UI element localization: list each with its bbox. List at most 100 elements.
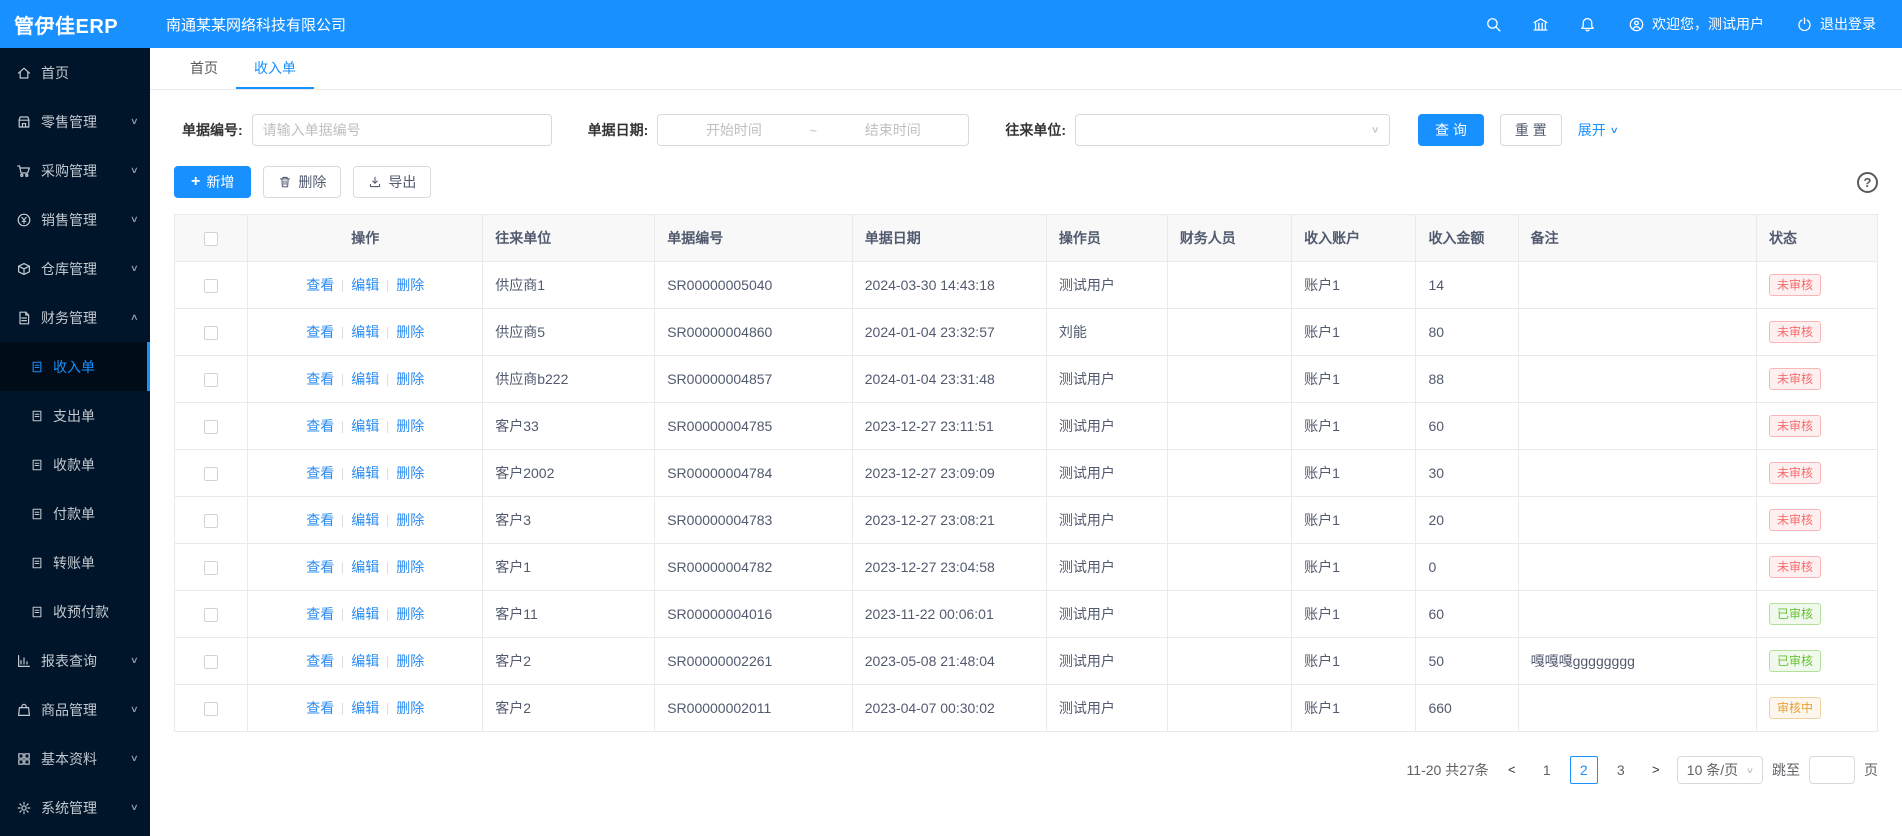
edit-link[interactable]: 编辑 (351, 606, 379, 622)
cell-partner: 客户2 (483, 685, 655, 732)
row-checkbox[interactable] (204, 702, 218, 716)
page-button-1[interactable]: 1 (1533, 756, 1561, 784)
delete-link[interactable]: 删除 (396, 418, 424, 434)
tab-home[interactable]: 首页 (172, 48, 236, 89)
delete-link[interactable]: 删除 (396, 465, 424, 481)
cell-date: 2023-04-07 00:30:02 (852, 685, 1046, 732)
view-link[interactable]: 查看 (306, 700, 334, 716)
expand-link[interactable]: 展开 ∨ (1578, 120, 1618, 140)
sidebar-item-basic[interactable]: 基本资料∨ (0, 734, 150, 783)
edit-link[interactable]: 编辑 (351, 324, 379, 340)
logout-button[interactable]: 退出登录 (1796, 14, 1876, 34)
sidebar-item-report[interactable]: 报表查询∨ (0, 636, 150, 685)
delete-link[interactable]: 删除 (396, 606, 424, 622)
sidebar-item-goods[interactable]: 商品管理∨ (0, 685, 150, 734)
row-checkbox[interactable] (204, 514, 218, 528)
date-range-picker[interactable]: ~ (657, 114, 969, 146)
delete-link[interactable]: 删除 (396, 700, 424, 716)
edit-link[interactable]: 编辑 (351, 465, 379, 481)
search-icon[interactable] (1485, 16, 1502, 33)
delete-link[interactable]: 删除 (396, 512, 424, 528)
row-checkbox[interactable] (204, 655, 218, 669)
row-checkbox[interactable] (204, 373, 218, 387)
edit-link[interactable]: 编辑 (351, 559, 379, 575)
search-button[interactable]: 查 询 (1418, 114, 1484, 146)
view-link[interactable]: 查看 (306, 653, 334, 669)
row-checkbox[interactable] (204, 467, 218, 481)
row-checkbox[interactable] (204, 326, 218, 340)
view-link[interactable]: 查看 (306, 606, 334, 622)
view-link[interactable]: 查看 (306, 465, 334, 481)
page-button-2[interactable]: 2 (1570, 756, 1598, 784)
bill-no-input[interactable] (252, 114, 552, 146)
column-header: 收入账户 (1292, 215, 1416, 262)
edit-link[interactable]: 编辑 (351, 418, 379, 434)
prev-page-button[interactable]: < (1500, 756, 1524, 784)
export-button[interactable]: 导出 (353, 166, 431, 198)
delete-button[interactable]: 删除 (263, 166, 341, 198)
delete-link[interactable]: 删除 (396, 559, 424, 575)
edit-link[interactable]: 编辑 (351, 700, 379, 716)
link-divider (342, 656, 343, 668)
cell-date: 2023-12-27 23:04:58 (852, 544, 1046, 591)
user-welcome[interactable]: 欢迎您，测试用户 (1628, 14, 1764, 34)
pagination-total: 11-20 共27条 (1407, 760, 1489, 780)
view-link[interactable]: 查看 (306, 418, 334, 434)
report-icon (16, 653, 32, 669)
view-link[interactable]: 查看 (306, 277, 334, 293)
delete-link[interactable]: 删除 (396, 277, 424, 293)
page-button-3[interactable]: 3 (1607, 756, 1635, 784)
sidebar-subitem-receipt-bill[interactable]: 收款单 (0, 440, 150, 489)
select-all-checkbox[interactable] (204, 232, 218, 246)
bell-icon[interactable] (1579, 16, 1596, 33)
add-button[interactable]: + 新增 (174, 166, 251, 198)
page-size-select[interactable]: 10 条/页 ∨ (1677, 756, 1763, 784)
column-header: 财务人员 (1167, 215, 1291, 262)
sidebar-subitem-advance-receipt[interactable]: 收预付款 (0, 587, 150, 636)
delete-link[interactable]: 删除 (396, 371, 424, 387)
sidebar-item-retail[interactable]: 零售管理∨ (0, 97, 150, 146)
column-header: 收入金额 (1416, 215, 1518, 262)
sidebar-item-home[interactable]: 首页 (0, 48, 150, 97)
view-link[interactable]: 查看 (306, 324, 334, 340)
partner-select[interactable]: ∨ (1075, 114, 1390, 146)
sidebar-subitem-payment-bill[interactable]: 付款单 (0, 489, 150, 538)
row-checkbox[interactable] (204, 608, 218, 622)
edit-link[interactable]: 编辑 (351, 371, 379, 387)
cell-remark (1518, 356, 1756, 403)
date-start-input[interactable] (658, 122, 809, 138)
tab-bar: 首页收入单 (150, 48, 1902, 90)
help-icon[interactable]: ? (1857, 172, 1878, 193)
sidebar-subitem-expense-bill[interactable]: 支出单 (0, 391, 150, 440)
view-link[interactable]: 查看 (306, 559, 334, 575)
column-header: 单据日期 (852, 215, 1046, 262)
sidebar-item-system[interactable]: 系统管理∨ (0, 783, 150, 832)
retail-icon (16, 114, 32, 130)
cell-bill-no: SR00000004860 (655, 309, 853, 356)
app-logo: 管伊佳ERP (0, 10, 150, 39)
sidebar-item-warehouse[interactable]: 仓库管理∨ (0, 244, 150, 293)
date-end-input[interactable] (817, 122, 968, 138)
next-page-button[interactable]: > (1644, 756, 1668, 784)
edit-link[interactable]: 编辑 (351, 277, 379, 293)
sidebar-subitem-income-bill[interactable]: 收入单 (0, 342, 150, 391)
delete-link[interactable]: 删除 (396, 324, 424, 340)
reset-button[interactable]: 重 置 (1500, 114, 1562, 146)
edit-link[interactable]: 编辑 (351, 512, 379, 528)
edit-link[interactable]: 编辑 (351, 653, 379, 669)
sidebar-item-finance[interactable]: 财务管理∧ (0, 293, 150, 342)
tab-income-bill[interactable]: 收入单 (236, 48, 314, 89)
home-icon[interactable] (1532, 16, 1549, 33)
jump-input[interactable] (1809, 756, 1855, 784)
sidebar-item-purchase[interactable]: 采购管理∨ (0, 146, 150, 195)
view-link[interactable]: 查看 (306, 371, 334, 387)
partner-label: 往来单位: (1005, 120, 1066, 140)
cell-finance-staff (1167, 638, 1291, 685)
delete-link[interactable]: 删除 (396, 653, 424, 669)
row-checkbox[interactable] (204, 279, 218, 293)
row-checkbox[interactable] (204, 420, 218, 434)
view-link[interactable]: 查看 (306, 512, 334, 528)
row-checkbox[interactable] (204, 561, 218, 575)
sidebar-subitem-transfer-bill[interactable]: 转账单 (0, 538, 150, 587)
sidebar-item-sales[interactable]: 销售管理∨ (0, 195, 150, 244)
